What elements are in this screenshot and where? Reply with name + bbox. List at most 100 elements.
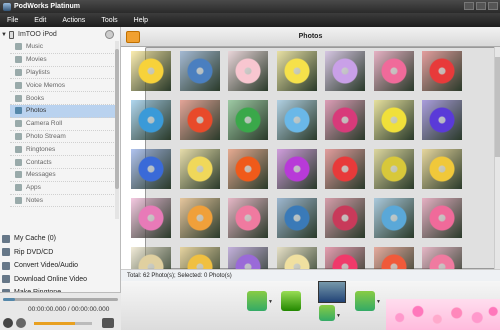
- menu-bar: File Edit Actions Tools Help: [0, 13, 500, 27]
- photo-thumbnail[interactable]: [276, 149, 317, 189]
- sidebar-item-voice-memos[interactable]: Voice Memos: [10, 79, 116, 93]
- tool-item-label: My Cache (0): [14, 235, 57, 243]
- device-row[interactable]: ▼ ImTOO iPod: [0, 29, 121, 40]
- menu-edit[interactable]: Edit: [27, 17, 55, 24]
- playback-time: 00:00:00.000 / 00:00:00.000: [28, 306, 110, 313]
- tool-item-convert-video-audio[interactable]: Convert Video/Audio: [0, 259, 121, 273]
- photo-thumbnail[interactable]: [228, 198, 268, 238]
- photo-thumbnail[interactable]: [373, 100, 414, 140]
- add-to-device-dropdown-icon[interactable]: ▼: [336, 313, 341, 319]
- photo-thumbnail[interactable]: [179, 198, 220, 238]
- photo-thumbnail[interactable]: [422, 247, 462, 269]
- photo-thumbnail[interactable]: [276, 247, 317, 269]
- close-button[interactable]: [488, 2, 498, 10]
- page-title: Photos: [298, 33, 323, 40]
- microphone-icon: [15, 81, 22, 89]
- photo-thumbnail[interactable]: [179, 100, 220, 140]
- snapshot-camera-icon[interactable]: [102, 318, 114, 328]
- minimize-button[interactable]: [464, 2, 474, 10]
- user-icon[interactable]: [105, 30, 114, 39]
- sidebar-item-movies[interactable]: Movies: [10, 54, 116, 67]
- film-icon: [15, 56, 22, 64]
- stop-icon[interactable]: [16, 318, 26, 328]
- photo-thumbnail[interactable]: [325, 149, 365, 189]
- sidebar-item-music[interactable]: Music: [10, 41, 116, 54]
- sidebar-item-ringtones[interactable]: Ringtones: [10, 143, 116, 157]
- menu-tools[interactable]: Tools: [94, 17, 126, 24]
- cache-icon: [2, 234, 10, 243]
- photo-thumbnail[interactable]: [179, 149, 220, 189]
- sidebar-item-photos[interactable]: Photos: [10, 104, 116, 118]
- menu-help[interactable]: Help: [127, 17, 157, 24]
- sidebar-item-contacts[interactable]: Contacts: [10, 156, 116, 169]
- photo-thumbnail[interactable]: [228, 247, 268, 269]
- photo-thumbnail[interactable]: [422, 100, 462, 140]
- sidebar-item-label: Music: [26, 43, 43, 51]
- flowers-preview-image: [386, 299, 500, 330]
- photo-thumbnail[interactable]: [422, 149, 462, 189]
- sidebar-scrollbar[interactable]: [115, 41, 119, 219]
- photo-thumbnail[interactable]: [373, 198, 414, 238]
- add-photo-dropdown-icon[interactable]: ▼: [268, 299, 273, 305]
- volume-slider[interactable]: [34, 322, 92, 325]
- menu-file[interactable]: File: [0, 17, 27, 24]
- tool-item-rip-dvd-cd[interactable]: Rip DVD/CD: [0, 246, 121, 260]
- sidebar-item-label: Apps: [26, 184, 41, 192]
- photo-thumbnail[interactable]: [325, 51, 365, 91]
- photo-thumbnail[interactable]: [179, 247, 220, 269]
- sidebar-item-books[interactable]: Books: [10, 92, 116, 105]
- export-photo-button[interactable]: [281, 291, 301, 311]
- sidebar-scroll-thumb[interactable]: [115, 49, 119, 189]
- photo-thumbnail[interactable]: [422, 51, 462, 91]
- photo-thumbnail[interactable]: [325, 100, 365, 140]
- photo-grid-scrollbar[interactable]: [494, 47, 500, 269]
- transfer-button[interactable]: ▼: [355, 291, 381, 311]
- sidebar-item-photo-stream[interactable]: Photo Stream: [10, 131, 116, 144]
- photo-thumbnail[interactable]: [373, 149, 414, 189]
- sidebar-item-playlists[interactable]: Playlists: [10, 67, 116, 80]
- photo-thumbnail[interactable]: [325, 198, 365, 238]
- photo-thumbnail[interactable]: [131, 51, 171, 91]
- photo-thumbnail[interactable]: [228, 100, 268, 140]
- photo-thumbnail[interactable]: [276, 198, 317, 238]
- photo-thumbnail[interactable]: [131, 198, 171, 238]
- photo-thumbnail[interactable]: [373, 51, 414, 91]
- add-to-device-button[interactable]: ▼: [319, 305, 341, 321]
- photo-thumbnail[interactable]: [276, 51, 317, 91]
- sidebar-item-notes[interactable]: Notes: [10, 195, 116, 208]
- add-photo-button[interactable]: ▼: [247, 291, 273, 311]
- sidebar-item-messages[interactable]: Messages: [10, 169, 116, 182]
- transfer-dropdown-icon[interactable]: ▼: [376, 299, 381, 305]
- sidebar-item-label: Photo Stream: [26, 132, 66, 140]
- sidebar-item-camera-roll[interactable]: Camera Roll: [10, 118, 116, 131]
- photo-thumbnail[interactable]: [228, 149, 268, 189]
- window-title: PodWorks Platinum: [14, 3, 80, 10]
- sidebar-item-label: Messages: [26, 171, 56, 179]
- notes-icon: [15, 196, 22, 204]
- sidebar-item-apps[interactable]: Apps: [10, 182, 116, 195]
- menu-actions[interactable]: Actions: [55, 17, 94, 24]
- photo-icon: [15, 107, 22, 115]
- sidebar-item-label: Camera Roll: [26, 120, 63, 128]
- photo-thumbnail[interactable]: [131, 100, 171, 140]
- cloud-icon: [15, 132, 22, 140]
- device-name: ImTOO iPod: [18, 31, 57, 38]
- photo-grid-scroll-thumb[interactable]: [495, 57, 500, 157]
- photo-thumbnail[interactable]: [179, 51, 220, 91]
- sidebar-item-label: Notes: [26, 196, 43, 204]
- play-icon[interactable]: [3, 318, 13, 328]
- photo-thumbnail[interactable]: [276, 100, 317, 140]
- photo-thumbnail[interactable]: [131, 247, 171, 269]
- photo-thumbnail[interactable]: [373, 247, 414, 269]
- action-toolbar: ▼ ▼ ▼: [121, 281, 500, 330]
- maximize-button[interactable]: [476, 2, 486, 10]
- playback-progress[interactable]: [3, 298, 118, 301]
- photo-thumbnail[interactable]: [131, 149, 171, 189]
- photo-thumbnail[interactable]: [228, 51, 268, 91]
- tool-item-my-cache-0-[interactable]: My Cache (0): [0, 232, 121, 246]
- photo-thumbnail[interactable]: [422, 198, 462, 238]
- volume-fill: [34, 322, 75, 325]
- photo-thumbnail[interactable]: [325, 247, 365, 269]
- tool-item-download-online-video[interactable]: Download Online Video: [0, 273, 121, 287]
- collapse-arrow-icon[interactable]: ▼: [1, 32, 7, 38]
